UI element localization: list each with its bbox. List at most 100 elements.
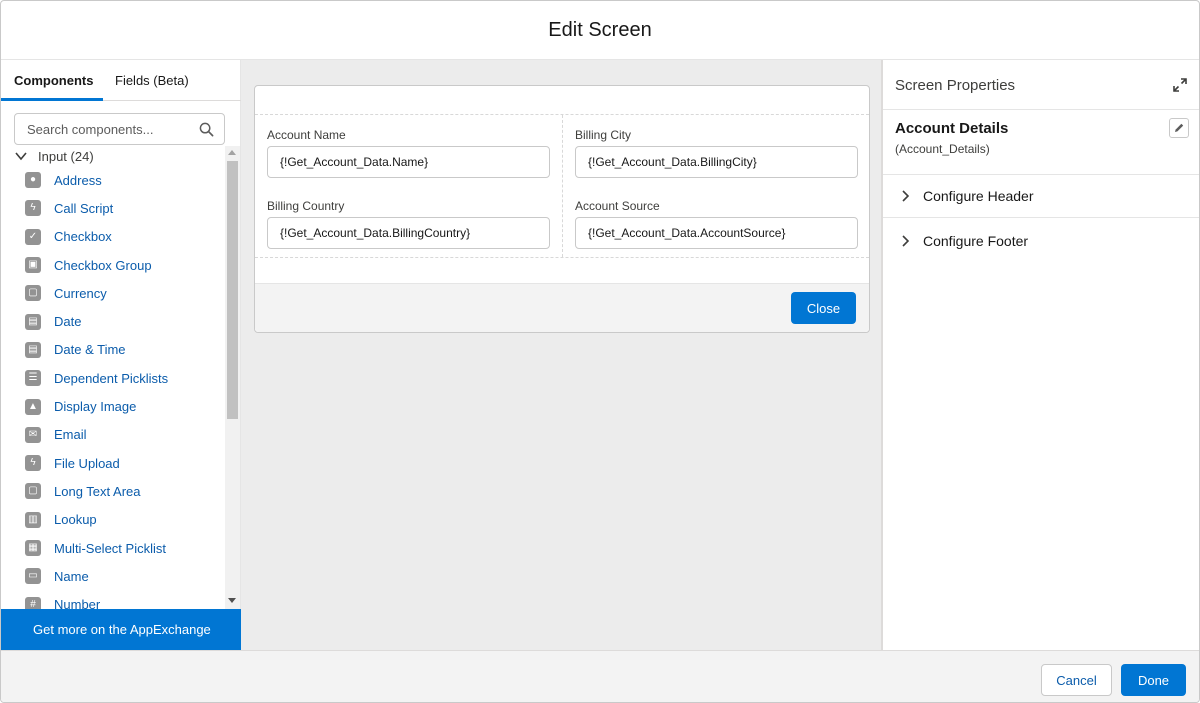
component-label: Multi-Select Picklist [54, 540, 166, 556]
configure-header-section[interactable]: Configure Header [883, 175, 1199, 218]
field-billing-country[interactable]: Billing Country {!Get_Account_Data.Billi… [267, 199, 550, 249]
screen-preview[interactable]: Account Name {!Get_Account_Data.Name} Bi… [254, 85, 870, 333]
component-item-lookup[interactable]: ▥ Lookup [25, 506, 225, 534]
component-label: Address [54, 172, 102, 188]
field-label: Account Name [267, 128, 346, 142]
component-item-date-time[interactable]: ▤ Date & Time [25, 336, 225, 364]
component-item-email[interactable]: ✉ Email [25, 421, 225, 449]
component-item-name[interactable]: ▭ Name [25, 562, 225, 590]
field-value-box[interactable]: {!Get_Account_Data.BillingCountry} [267, 217, 550, 249]
column-divider [562, 115, 563, 257]
scroll-up-arrow-icon[interactable] [228, 150, 236, 155]
component-item-long-text-area[interactable]: ▢ Long Text Area [25, 477, 225, 505]
tab-fields-beta[interactable]: Fields (Beta) [115, 60, 189, 101]
expand-icon[interactable] [1173, 78, 1187, 92]
field-account-name[interactable]: Account Name {!Get_Account_Data.Name} [267, 128, 550, 178]
lightning-icon: ϟ [25, 455, 41, 472]
image-icon: ▲ [25, 398, 41, 415]
field-label: Account Source [575, 199, 660, 213]
lookup-icon: ▥ [25, 511, 41, 528]
chevron-right-icon [902, 234, 910, 247]
component-label: Name [54, 568, 89, 584]
edit-button[interactable] [1169, 118, 1189, 138]
done-button[interactable]: Done [1121, 664, 1186, 696]
modal-body: Components Fields (Beta) Input (24) [1, 60, 1199, 650]
field-label: Billing City [575, 128, 632, 142]
component-label: Dependent Picklists [54, 370, 169, 386]
picklist-icon: ☰ [25, 370, 41, 387]
chevron-right-icon [902, 190, 910, 202]
screen-api-name: (Account_Details) [895, 142, 990, 156]
component-label: File Upload [54, 455, 120, 471]
screen-label: Account Details [895, 120, 1009, 137]
component-label: Checkbox Group [54, 257, 152, 273]
close-button[interactable]: Close [791, 292, 856, 324]
number-icon: # [25, 596, 41, 609]
component-label: Call Script [54, 200, 114, 216]
field-value-box[interactable]: {!Get_Account_Data.Name} [267, 146, 550, 178]
component-item-multi-select-picklist[interactable]: ▦ Multi-Select Picklist [25, 534, 225, 562]
component-label: Date & Time [54, 342, 126, 358]
field-billing-city[interactable]: Billing City {!Get_Account_Data.BillingC… [575, 128, 858, 178]
divider [883, 109, 1199, 110]
component-item-date[interactable]: ▤ Date [25, 307, 225, 335]
modal-footer: Cancel Done [1, 650, 1199, 702]
component-item-display-image[interactable]: ▲ Display Image [25, 392, 225, 420]
edit-screen-modal: Edit Screen Components Fields (Beta) Sea… [0, 0, 1200, 703]
properties-title: Screen Properties [895, 77, 1016, 94]
component-label: Email [54, 427, 87, 443]
components-list: Input (24) ● Address ϟ Call Script ✓ Checkb… [1, 146, 241, 609]
section-divider [255, 257, 869, 258]
multi-check-icon: ▣ [25, 257, 41, 274]
appexchange-link[interactable]: Get more on the AppExchange [1, 609, 241, 650]
lightning-icon: ϟ [25, 200, 41, 217]
name-icon: ▭ [25, 568, 41, 585]
component-label: Checkbox [54, 229, 112, 245]
calendar-icon: ▤ [25, 313, 41, 330]
tab-components[interactable]: Components [1, 60, 103, 101]
search-box [14, 113, 225, 145]
pencil-icon [1175, 123, 1184, 132]
component-item-file-upload[interactable]: ϟ File Upload [25, 449, 225, 477]
field-account-source[interactable]: Account Source {!Get_Account_Data.Accoun… [575, 199, 858, 249]
section-input[interactable]: Input (24) [14, 147, 94, 165]
field-label: Billing Country [267, 199, 345, 213]
screen-canvas: Account Name {!Get_Account_Data.Name} Bi… [241, 60, 881, 650]
section-label: Configure Header [923, 188, 1034, 204]
modal-header: Edit Screen [1, 1, 1199, 60]
scrollbar-thumb[interactable] [227, 161, 238, 419]
chevron-down-icon [15, 152, 27, 161]
panel-tabs: Components Fields (Beta) [1, 60, 241, 101]
section-label: Input (24) [38, 148, 94, 164]
calendar-time-icon: ▤ [25, 341, 41, 358]
component-item-call-script[interactable]: ϟ Call Script [25, 194, 225, 222]
screen-footer: Close [255, 283, 869, 332]
search-icon[interactable] [199, 122, 214, 137]
components-panel: Components Fields (Beta) Input (24) [1, 60, 241, 650]
search-input[interactable] [15, 114, 195, 144]
email-icon: ✉ [25, 426, 41, 443]
currency-icon: ▢ [25, 285, 41, 302]
textarea-icon: ▢ [25, 483, 41, 500]
components-scrollbar[interactable] [225, 146, 240, 609]
component-item-checkbox-group[interactable]: ▣ Checkbox Group [25, 251, 225, 279]
check-icon: ✓ [25, 228, 41, 245]
field-value-box[interactable]: {!Get_Account_Data.BillingCity} [575, 146, 858, 178]
multi-picklist-icon: ▦ [25, 540, 41, 556]
modal-title: Edit Screen [548, 18, 652, 41]
component-label: Date [54, 314, 82, 330]
component-item-dependent-picklists[interactable]: ☰ Dependent Picklists [25, 364, 225, 392]
configure-footer-section[interactable]: Configure Footer [883, 219, 1199, 262]
component-item-address[interactable]: ● Address [25, 166, 225, 194]
component-label: Display Image [54, 399, 137, 415]
component-item-checkbox[interactable]: ✓ Checkbox [25, 223, 225, 251]
cancel-button[interactable]: Cancel [1041, 664, 1112, 696]
field-value-box[interactable]: {!Get_Account_Data.AccountSource} [575, 217, 858, 249]
component-label: Currency [54, 285, 107, 301]
section-label: Configure Footer [923, 232, 1029, 249]
scroll-down-arrow-icon[interactable] [228, 598, 236, 603]
component-items: ● Address ϟ Call Script ✓ Checkbox ▣ Checkbo… [25, 166, 225, 609]
component-label: Number [54, 597, 101, 609]
component-item-number[interactable]: # Number [25, 590, 225, 609]
component-item-currency[interactable]: ▢ Currency [25, 279, 225, 307]
